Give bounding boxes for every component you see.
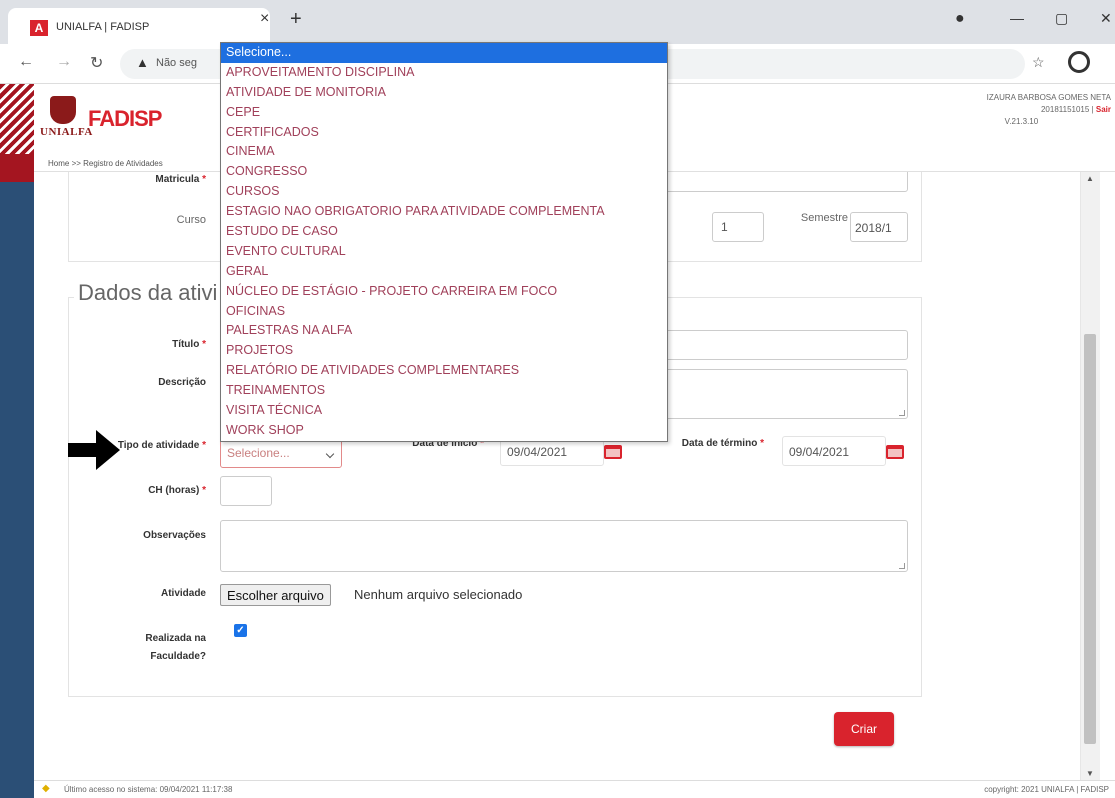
breadcrumb-home[interactable]: Home >> (48, 159, 81, 168)
matricula-input[interactable] (642, 172, 908, 192)
dropdown-option[interactable]: ESTAGIO NAO OBRIGATORIO PARA ATIVIDADE C… (221, 202, 667, 222)
left-band (0, 154, 34, 182)
warning-icon: ▲ (136, 55, 149, 70)
profile-icon[interactable] (1068, 51, 1090, 73)
dropdown-option[interactable]: APROVEITAMENTO DISCIPLINA (221, 63, 667, 83)
dropdown-option[interactable]: ESTUDO DE CASO (221, 222, 667, 242)
data-termino-input[interactable]: 09/04/2021 (782, 436, 886, 466)
criar-button[interactable]: Criar (834, 712, 894, 746)
unialfa-shield-icon (50, 96, 76, 124)
minimize-button[interactable]: — (1010, 10, 1024, 26)
realizada-label: Realizada na Faculdade? (145, 633, 206, 662)
dropdown-option[interactable]: CONGRESSO (221, 162, 667, 182)
browser-tab[interactable]: A UNIALFA | FADISP (8, 8, 270, 44)
dropdown-option[interactable]: NÚCLEO DE ESTÁGIO - PROJETO CARREIRA EM … (221, 282, 667, 302)
dropdown-option[interactable]: WORK SHOP (221, 421, 667, 441)
sidebar (0, 182, 34, 798)
observacoes-textarea[interactable] (220, 520, 908, 572)
dropdown-option[interactable]: CINEMA (221, 142, 667, 162)
maximize-button[interactable]: ▢ (1055, 10, 1068, 27)
ch-horas-input[interactable] (220, 476, 272, 506)
dropdown-option[interactable]: PALESTRAS NA ALFA (221, 321, 667, 341)
scroll-up-icon[interactable]: ▲ (1086, 174, 1094, 183)
semestre-label: Semestre (800, 212, 848, 224)
dropdown-option[interactable]: TREINAMENTOS (221, 381, 667, 401)
chevron-down-icon (325, 449, 335, 459)
resize-grip-icon[interactable] (899, 563, 905, 569)
reload-icon[interactable]: ↻ (90, 53, 103, 73)
realizada-checkbox[interactable]: ✓ (234, 624, 247, 637)
forward-icon[interactable]: → (56, 53, 72, 71)
unialfa-favicon-icon: A (30, 20, 48, 36)
breadcrumb-current: Registro de Atividades (83, 159, 163, 168)
address-security-text: Não seg (156, 57, 197, 69)
user-id: 20181151015 (1040, 105, 1090, 114)
record-icon[interactable]: ● (955, 10, 965, 28)
descricao-label: Descrição (158, 377, 206, 388)
right-edge (1100, 172, 1115, 780)
tab-title: UNIALFA | FADISP (56, 21, 150, 33)
dropdown-option[interactable]: OFICINAS (221, 302, 667, 322)
decorative-stripes (0, 84, 34, 154)
browser-tab-bar: A UNIALFA | FADISP × + ● — ▢ ✕ (0, 0, 1115, 44)
close-window-button[interactable]: ✕ (1100, 10, 1112, 27)
vertical-scrollbar[interactable]: ▲ ▼ (1080, 172, 1100, 780)
dropdown-option[interactable]: RELATÓRIO DE ATIVIDADES COMPLEMENTARES (221, 361, 667, 381)
ch-horas-label: CH (horas) * (148, 485, 206, 496)
tipo-atividade-dropdown[interactable]: Selecione... APROVEITAMENTO DISCIPLINA ATI… (220, 42, 668, 442)
resize-grip-icon[interactable] (899, 410, 905, 416)
scroll-thumb[interactable] (1084, 334, 1096, 744)
dropdown-option[interactable]: CEPE (221, 103, 667, 123)
arrow-right-icon (68, 430, 120, 470)
new-tab-button[interactable]: + (290, 8, 302, 31)
choose-file-button[interactable]: Escolher arquivo (220, 584, 331, 606)
back-icon[interactable]: ← (18, 53, 34, 71)
dropdown-option[interactable]: EVENTO CULTURAL (221, 242, 667, 262)
scroll-down-icon[interactable]: ▼ (1086, 769, 1094, 778)
logout-link[interactable]: Sair (1096, 105, 1111, 114)
tipo-atividade-select[interactable]: Selecione... (220, 438, 342, 468)
user-name: IZAURA BARBOSA GOMES NETA (986, 93, 1111, 102)
semestre-input[interactable]: 2018/1 (850, 212, 908, 242)
dropdown-option[interactable]: VISITA TÉCNICA (221, 401, 667, 421)
unialfa-logo: UNIALFA (40, 126, 93, 138)
observacoes-label: Observações (143, 530, 206, 541)
copyright-text: copyright: 2021 UNIALFA | FADISP (984, 785, 1109, 794)
descricao-textarea[interactable] (642, 369, 908, 419)
calendar-icon[interactable] (886, 445, 904, 459)
user-info: IZAURA BARBOSA GOMES NETA 20181151015 | … (986, 93, 1111, 126)
last-access-text: Último acesso no sistema: 09/04/2021 11:… (64, 785, 233, 794)
fadisp-logo: FADISP (88, 106, 162, 131)
site-footer: ◆ Último acesso no sistema: 09/04/2021 1… (34, 780, 1115, 798)
leaf-icon: ◆ (42, 783, 50, 794)
curso-label: Curso (176, 214, 206, 226)
dropdown-option[interactable]: CERTIFICADOS (221, 123, 667, 143)
tab-close-icon[interactable]: × (260, 10, 269, 28)
dropdown-option[interactable]: GERAL (221, 262, 667, 282)
app-version: V.21.3.10 (1004, 117, 1039, 126)
dropdown-option[interactable]: CURSOS (221, 182, 667, 202)
dropdown-option[interactable]: ATIVIDADE DE MONITORIA (221, 83, 667, 103)
file-status: Nenhum arquivo selecionado (354, 587, 523, 602)
dropdown-option[interactable]: PROJETOS (221, 341, 667, 361)
dropdown-option[interactable]: Selecione... (221, 43, 667, 63)
calendar-icon[interactable] (604, 445, 622, 459)
titulo-label: Título * (172, 339, 206, 350)
titulo-input[interactable] (642, 330, 908, 360)
atividade-label: Atividade (160, 588, 206, 599)
bookmark-star-icon[interactable]: ☆ (1032, 54, 1045, 71)
section-title: Dados da ativi (74, 280, 222, 306)
matricula-label: Matricula * (155, 174, 206, 185)
